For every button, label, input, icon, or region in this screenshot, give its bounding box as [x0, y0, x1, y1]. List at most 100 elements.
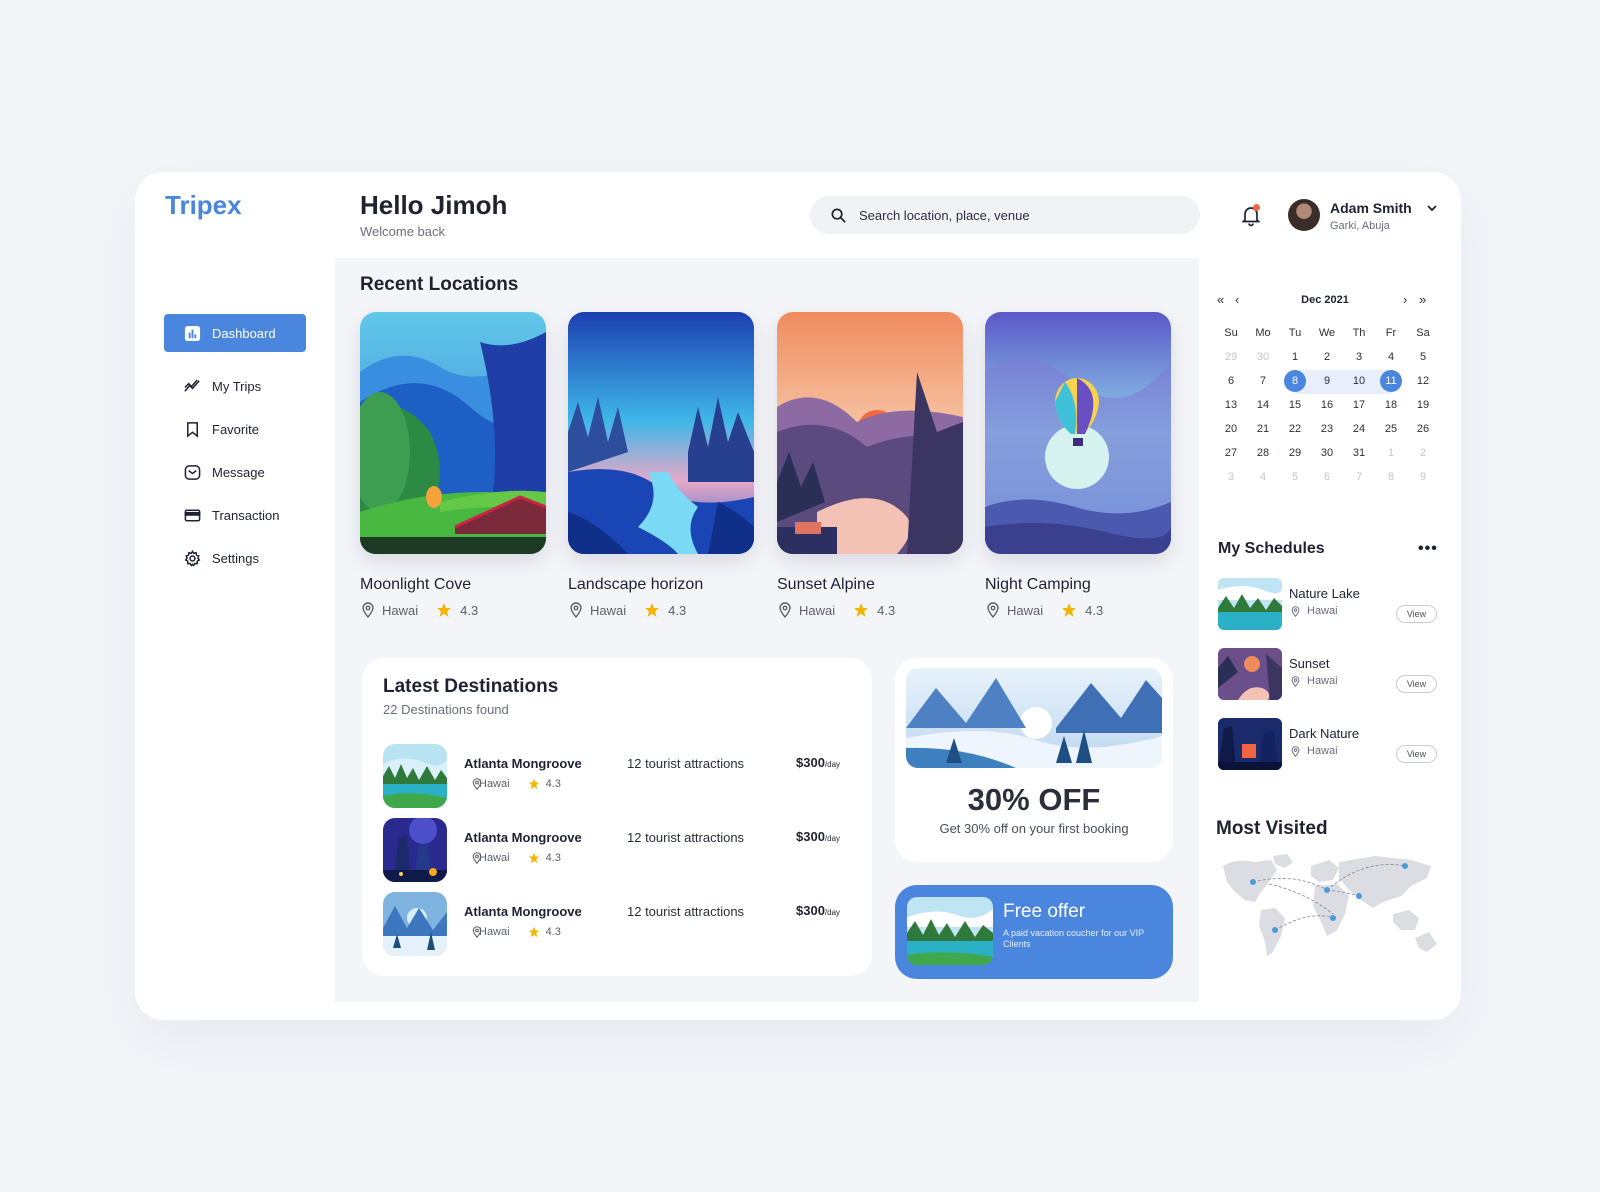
calendar-day[interactable]: 19: [1407, 394, 1439, 418]
calendar-day[interactable]: 18: [1375, 394, 1407, 418]
sidebar-item-label: My Trips: [212, 378, 262, 394]
calendar-day[interactable]: 22: [1279, 418, 1311, 442]
calendar-day[interactable]: 13: [1215, 394, 1247, 418]
view-button[interactable]: View: [1396, 675, 1437, 693]
calendar-day[interactable]: 9: [1407, 466, 1439, 490]
destination-meta: Hawai 4.3: [471, 852, 561, 864]
destination-meta: Hawai 4.3: [471, 778, 561, 790]
schedule-item[interactable]: Sunset Hawai View: [1218, 648, 1443, 700]
attractions-count: 12 tourist attractions: [627, 904, 745, 919]
calendar-day[interactable]: 10: [1343, 370, 1375, 394]
sidebar-item-message[interactable]: Message: [164, 453, 306, 491]
sidebar-item-favorite[interactable]: Favorite: [164, 410, 306, 448]
view-button[interactable]: View: [1396, 605, 1437, 623]
star-icon: [1062, 603, 1077, 617]
user-location: Garki, Abuja: [1330, 220, 1390, 232]
calendar-day[interactable]: 3: [1215, 466, 1247, 490]
pin-icon: [570, 602, 582, 618]
prev-year-button[interactable]: «: [1217, 288, 1224, 312]
calendar-day[interactable]: 29: [1215, 346, 1247, 370]
user-name[interactable]: Adam Smith: [1330, 200, 1412, 216]
sidebar-item-transaction[interactable]: Transaction: [164, 496, 306, 534]
schedule-thumbnail: [1218, 578, 1282, 630]
sidebar-item-settings[interactable]: Settings: [164, 539, 306, 577]
weekday-header: Fr: [1385, 327, 1397, 339]
calendar-day[interactable]: 14: [1247, 394, 1279, 418]
calendar-day[interactable]: 27: [1215, 442, 1247, 466]
calendar-day[interactable]: 11: [1375, 370, 1407, 394]
trend-icon: [184, 378, 200, 392]
location-card[interactable]: Landscape horizon Hawai 4.3: [568, 312, 754, 618]
calendar-day[interactable]: 23: [1311, 418, 1343, 442]
list-item[interactable]: Atlanta Mongroove Hawai 4.3 12 tourist a…: [383, 818, 853, 882]
location-card[interactable]: Night Camping Hawai 4.3: [985, 312, 1171, 618]
location-label: Hawai: [382, 602, 419, 618]
view-button[interactable]: View: [1396, 745, 1437, 763]
calendar-day[interactable]: 6: [1311, 466, 1343, 490]
star-icon: [645, 603, 660, 617]
search-input[interactable]: Search location, place, venue: [810, 196, 1200, 234]
location-meta: Hawai 4.3: [985, 602, 1171, 618]
schedule-item[interactable]: Nature Lake Hawai View: [1218, 578, 1443, 630]
calendar-day[interactable]: 7: [1343, 466, 1375, 490]
calendar-day[interactable]: 1: [1279, 346, 1311, 370]
world-map[interactable]: [1215, 852, 1441, 972]
calendar-day[interactable]: 4: [1247, 466, 1279, 490]
star-icon: [437, 603, 452, 617]
calendar-day[interactable]: 25: [1375, 418, 1407, 442]
next-year-button[interactable]: »: [1419, 288, 1426, 312]
prev-month-button[interactable]: ‹: [1235, 288, 1239, 312]
calendar-day[interactable]: 7: [1247, 370, 1279, 394]
schedule-location: Hawai: [1290, 745, 1338, 757]
calendar-day[interactable]: 8: [1279, 370, 1311, 394]
calendar-day[interactable]: 15: [1279, 394, 1311, 418]
calendar-day[interactable]: 31: [1343, 442, 1375, 466]
free-offer-card[interactable]: Free offer A paid vacation coucher for o…: [895, 885, 1173, 979]
sidebar-item-dashboard[interactable]: Dashboard: [164, 314, 306, 352]
calendar-day[interactable]: 9: [1311, 370, 1343, 394]
schedule-location-label: Hawai: [1307, 675, 1338, 687]
list-item[interactable]: Atlanta Mongroove Hawai 4.3 12 tourist a…: [383, 892, 853, 956]
discount-card[interactable]: 30% OFF Get 30% off on your first bookin…: [895, 658, 1173, 862]
calendar-day[interactable]: 2: [1311, 346, 1343, 370]
avatar[interactable]: [1288, 199, 1320, 231]
notification-button[interactable]: [1239, 203, 1263, 227]
calendar-day[interactable]: 1: [1375, 442, 1407, 466]
schedule-item[interactable]: Dark Nature Hawai View: [1218, 718, 1443, 770]
sidebar-item-my-trips[interactable]: My Trips: [164, 367, 306, 405]
calendar-day[interactable]: 5: [1279, 466, 1311, 490]
more-options-button[interactable]: •••: [1418, 540, 1438, 558]
selected-day: 8: [1284, 370, 1306, 392]
weekday-header: Tu: [1288, 327, 1302, 339]
calendar-day[interactable]: 30: [1247, 346, 1279, 370]
calendar-day[interactable]: 24: [1343, 418, 1375, 442]
schedule-name: Dark Nature: [1289, 726, 1360, 741]
next-month-button[interactable]: ›: [1403, 288, 1407, 312]
calendar-day[interactable]: 5: [1407, 346, 1439, 370]
location-card[interactable]: Sunset Alpine Hawai 4.3: [777, 312, 963, 618]
calendar-day[interactable]: 6: [1215, 370, 1247, 394]
calendar-day[interactable]: 2: [1407, 442, 1439, 466]
calendar-day[interactable]: 28: [1247, 442, 1279, 466]
calendar-day[interactable]: 8: [1375, 466, 1407, 490]
destination-thumbnail: [383, 892, 447, 956]
calendar-day[interactable]: 4: [1375, 346, 1407, 370]
calendar-day[interactable]: 17: [1343, 394, 1375, 418]
calendar-day[interactable]: 21: [1247, 418, 1279, 442]
calendar-day[interactable]: 30: [1311, 442, 1343, 466]
calendar-day[interactable]: 16: [1311, 394, 1343, 418]
pin-icon: [779, 602, 791, 618]
list-item[interactable]: Atlanta Mongroove Hawai 4.3 12 tourist a…: [383, 744, 853, 808]
location-card[interactable]: Moonlight Cove Hawai 4.3: [360, 312, 546, 618]
weekday-header: Sa: [1416, 327, 1430, 339]
calendar-day[interactable]: 12: [1407, 370, 1439, 394]
calendar-day[interactable]: 29: [1279, 442, 1311, 466]
calendar-day[interactable]: 26: [1407, 418, 1439, 442]
chevron-down-icon[interactable]: [1425, 201, 1439, 215]
chart-icon: [184, 325, 201, 341]
rating-value: 4.3: [460, 602, 479, 618]
logo[interactable]: Tripex: [165, 190, 242, 221]
calendar-day[interactable]: 3: [1343, 346, 1375, 370]
calendar-day[interactable]: 20: [1215, 418, 1247, 442]
price: $300/day: [796, 829, 840, 844]
